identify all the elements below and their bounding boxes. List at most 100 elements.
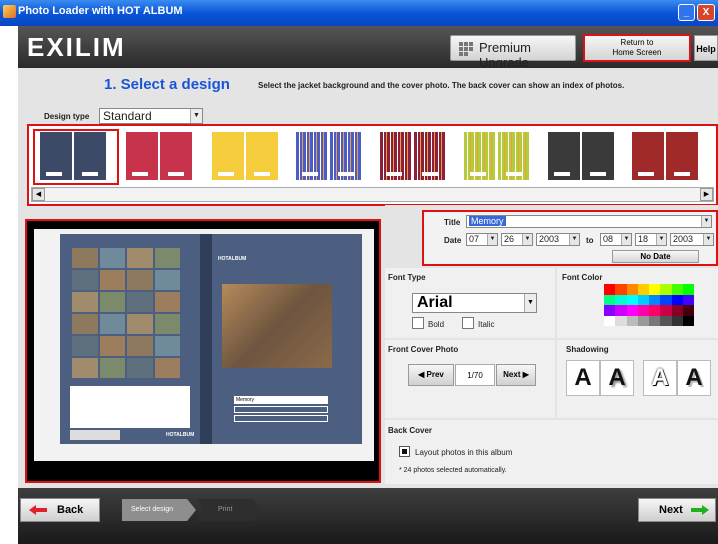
layout-photos-radio[interactable] xyxy=(399,446,410,457)
next-button[interactable]: Next xyxy=(638,498,716,522)
color-swatch[interactable] xyxy=(649,284,661,295)
photo-index-thumb xyxy=(99,358,125,378)
bold-checkbox[interactable] xyxy=(412,317,424,329)
next-photo-button[interactable]: Next ▶ xyxy=(496,364,536,386)
font-type-label: Font Type xyxy=(388,273,426,282)
color-swatch[interactable] xyxy=(626,284,638,295)
title-input[interactable]: Memory ▼ xyxy=(466,215,712,228)
color-swatch[interactable] xyxy=(637,315,649,326)
return-home-button[interactable]: Return to Home Screen xyxy=(583,34,691,62)
color-swatch[interactable] xyxy=(682,315,694,326)
premium-upgrade-button[interactable]: Premium Upgrade xyxy=(450,35,576,70)
color-swatch[interactable] xyxy=(682,294,694,305)
design-type-select[interactable]: Standard ▼ xyxy=(99,108,203,124)
color-swatch[interactable] xyxy=(649,305,661,316)
to-day-select[interactable]: 18 ▼ xyxy=(635,233,667,246)
color-swatch[interactable] xyxy=(649,315,661,326)
photo-index-thumb xyxy=(127,248,153,268)
photo-index-thumb xyxy=(127,358,153,378)
from-day-select[interactable]: 26 ▼ xyxy=(501,233,533,246)
back-cover-label: Back Cover xyxy=(388,426,433,435)
color-swatch[interactable] xyxy=(637,294,649,305)
to-year-select[interactable]: 2003 ▼ xyxy=(670,233,714,246)
design-scrollbar[interactable]: ◀ ▶ xyxy=(31,187,714,202)
photo-index-thumb xyxy=(72,292,98,312)
design-front-half xyxy=(498,132,530,180)
color-swatch[interactable] xyxy=(615,305,627,316)
color-swatch[interactable] xyxy=(637,284,649,295)
color-swatch[interactable] xyxy=(671,315,683,326)
color-swatch[interactable] xyxy=(615,294,627,305)
help-button[interactable]: Help xyxy=(694,35,718,61)
color-swatch[interactable] xyxy=(604,305,616,316)
app-icon xyxy=(3,5,16,18)
color-swatch[interactable] xyxy=(626,305,638,316)
color-swatch[interactable] xyxy=(615,284,627,295)
scroll-left-icon[interactable]: ◀ xyxy=(32,188,45,201)
color-swatch[interactable] xyxy=(649,294,661,305)
design-thumb-multi-stripes[interactable] xyxy=(380,132,446,180)
color-swatch[interactable] xyxy=(626,294,638,305)
minimize-icon[interactable]: _ xyxy=(678,4,695,21)
shadow-soft-option[interactable]: A xyxy=(600,360,634,396)
design-thumb-red[interactable] xyxy=(126,132,192,180)
color-swatch[interactable] xyxy=(604,315,616,326)
color-swatch[interactable] xyxy=(604,294,616,305)
shadow-outline-option[interactable]: A xyxy=(643,360,677,396)
chevron-down-icon: ▼ xyxy=(656,234,666,245)
to-label: to xyxy=(586,236,594,245)
design-label-mark xyxy=(302,172,318,176)
design-thumb-yellow[interactable] xyxy=(212,132,278,180)
step-title: 1. Select a design xyxy=(104,76,230,93)
color-swatch[interactable] xyxy=(671,294,683,305)
back-cover-brand: HOTALBUM xyxy=(166,432,195,438)
exilim-logo: EXILIM xyxy=(27,32,126,62)
to-year-value: 2003 xyxy=(673,234,694,244)
from-month-select[interactable]: 07 ▼ xyxy=(466,233,498,246)
shadow-hard-option[interactable]: A xyxy=(677,360,711,396)
photo-index-thumb xyxy=(154,314,180,334)
color-swatch[interactable] xyxy=(660,305,672,316)
design-thumb-green-stripes[interactable] xyxy=(464,132,530,180)
photo-index-thumb xyxy=(72,336,98,356)
from-day-value: 26 xyxy=(504,234,515,244)
photo-index-thumb xyxy=(127,270,153,290)
photo-index-thumb xyxy=(99,336,125,356)
design-front-half xyxy=(582,132,614,180)
color-swatch[interactable] xyxy=(604,284,616,295)
design-label-mark xyxy=(386,172,402,176)
color-swatch[interactable] xyxy=(660,315,672,326)
back-button[interactable]: Back xyxy=(20,498,100,522)
design-thumb-blue-stripes[interactable] xyxy=(296,132,362,180)
color-swatch[interactable] xyxy=(671,305,683,316)
from-year-select[interactable]: 2003 ▼ xyxy=(536,233,580,246)
prev-photo-button[interactable]: ◀ Prev xyxy=(408,364,454,386)
chevron-down-icon: ▼ xyxy=(487,234,497,245)
color-swatch[interactable] xyxy=(682,284,694,295)
to-month-select[interactable]: 08 ▼ xyxy=(600,233,632,246)
no-date-button[interactable]: No Date xyxy=(612,250,699,263)
design-label-mark xyxy=(218,172,234,176)
color-swatch[interactable] xyxy=(615,315,627,326)
next-label: Next xyxy=(659,504,683,516)
design-thumb-dark-red[interactable] xyxy=(632,132,698,180)
photo-index-thumb xyxy=(127,292,153,312)
photo-index-thumb xyxy=(99,292,125,312)
design-label-mark xyxy=(254,172,270,176)
color-swatch[interactable] xyxy=(637,305,649,316)
color-swatch[interactable] xyxy=(660,284,672,295)
scroll-right-icon[interactable]: ▶ xyxy=(700,188,713,201)
design-label-mark xyxy=(590,172,606,176)
photo-index-thumb xyxy=(127,336,153,356)
color-swatch[interactable] xyxy=(682,305,694,316)
color-swatch[interactable] xyxy=(671,284,683,295)
shadow-none-option[interactable]: A xyxy=(566,360,600,396)
close-icon[interactable]: X xyxy=(697,4,715,21)
design-thumb-dark[interactable] xyxy=(548,132,614,180)
italic-checkbox[interactable] xyxy=(462,317,474,329)
color-swatch[interactable] xyxy=(660,294,672,305)
photo-index-thumb xyxy=(154,336,180,356)
color-swatch[interactable] xyxy=(626,315,638,326)
font-color-palette[interactable] xyxy=(604,284,694,326)
font-type-select[interactable]: Arial ▼ xyxy=(412,293,537,313)
